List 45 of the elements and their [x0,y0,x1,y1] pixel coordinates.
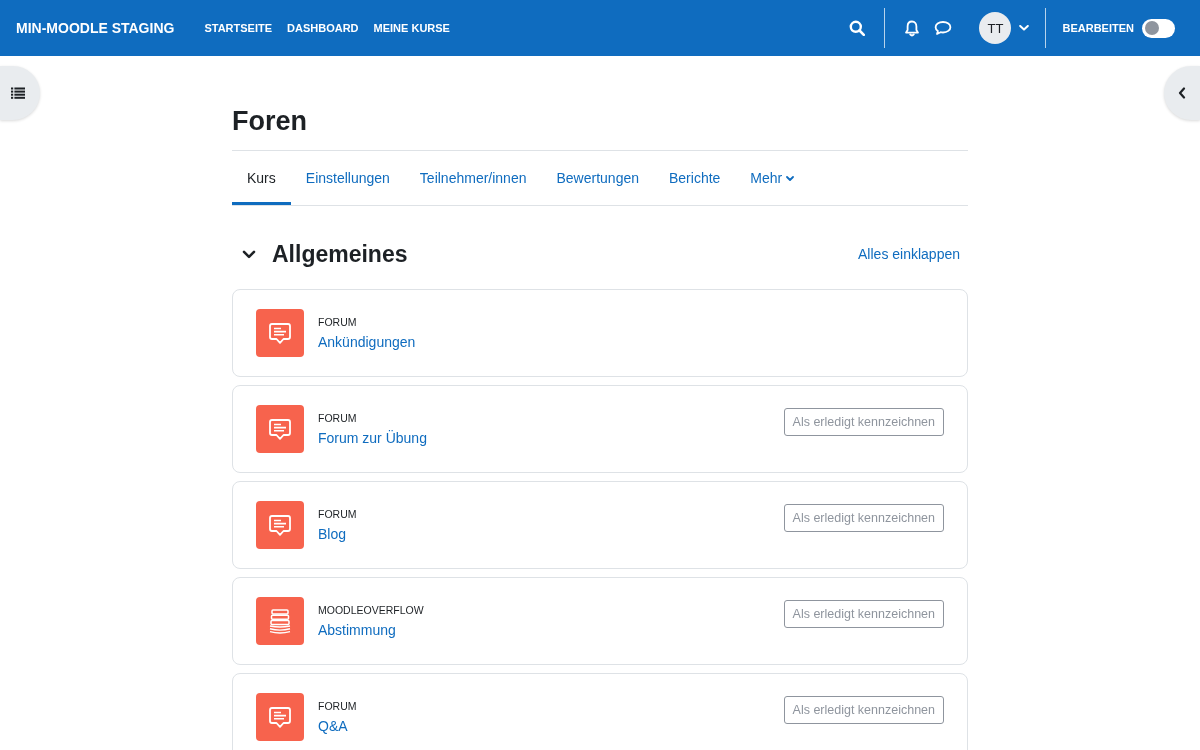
tab[interactable]: Einstellungen [290,151,405,205]
activity-type-label: FORUM [318,410,357,425]
speech-bubble-icon [256,405,304,453]
caret-icon[interactable] [1019,25,1030,31]
tab[interactable]: Mehr [735,151,810,205]
activity-type-label: FORUM [318,698,357,713]
section-title: Allgemeines [272,240,408,269]
list-icon [11,87,25,99]
activity-link[interactable]: Forum zur Übung [318,427,427,448]
drawer-toggle-button[interactable] [0,66,40,120]
activity-type-label: FORUM [318,506,357,521]
mark-done-button[interactable]: Als erledigt kennzeichnen [783,408,944,436]
activity-link[interactable]: Abstimmung [318,619,396,640]
tab[interactable]: Teilnehmer/innen [404,151,542,205]
activity-link[interactable]: Blog [318,523,347,544]
activity-link[interactable]: Q&A [318,715,348,736]
activity-link[interactable]: Ankündigungen [318,331,416,352]
page-title: Foren [232,105,308,138]
mark-done-button[interactable]: Als erledigt kennzeichnen [783,504,944,532]
site-name[interactable]: MIN-MOODLE STAGING [16,20,175,36]
tab[interactable]: Berichte [654,151,736,205]
tab[interactable]: Kurs [232,151,291,205]
mark-done-button[interactable]: Als erledigt kennzeichnen [783,696,944,724]
collapse-all-link[interactable]: Alles einklappen [858,246,960,262]
speech-bubble-icon [256,309,304,357]
nav-link[interactable]: STARTSEITE [204,22,273,34]
search-icon[interactable] [849,20,866,36]
speech-bubble-icon [256,501,304,549]
drawer-toggle-button[interactable] [1164,66,1200,120]
activity-type-label: FORUM [318,314,357,329]
tab[interactable]: Bewertungen [541,151,654,205]
caret-icon [786,175,795,181]
nav-link[interactable]: MEINE KURSE [373,22,450,34]
edit-mode-toggle[interactable] [1142,18,1175,38]
layers-icon [256,597,304,645]
activity-type-label: MOODLEOVERFLOW [318,602,424,617]
chevron-down-icon[interactable] [242,249,256,259]
nav-link[interactable]: DASHBOARD [287,22,359,34]
mark-done-button[interactable]: Als erledigt kennzeichnen [783,600,944,628]
chevron-left-icon [1178,87,1186,99]
speech-bubble-icon [256,693,304,741]
chat-icon[interactable] [934,20,953,36]
bell-icon[interactable] [904,19,921,37]
edit-mode-label: BEARBEITEN [1062,22,1134,34]
user-avatar[interactable]: TT [979,12,1012,44]
